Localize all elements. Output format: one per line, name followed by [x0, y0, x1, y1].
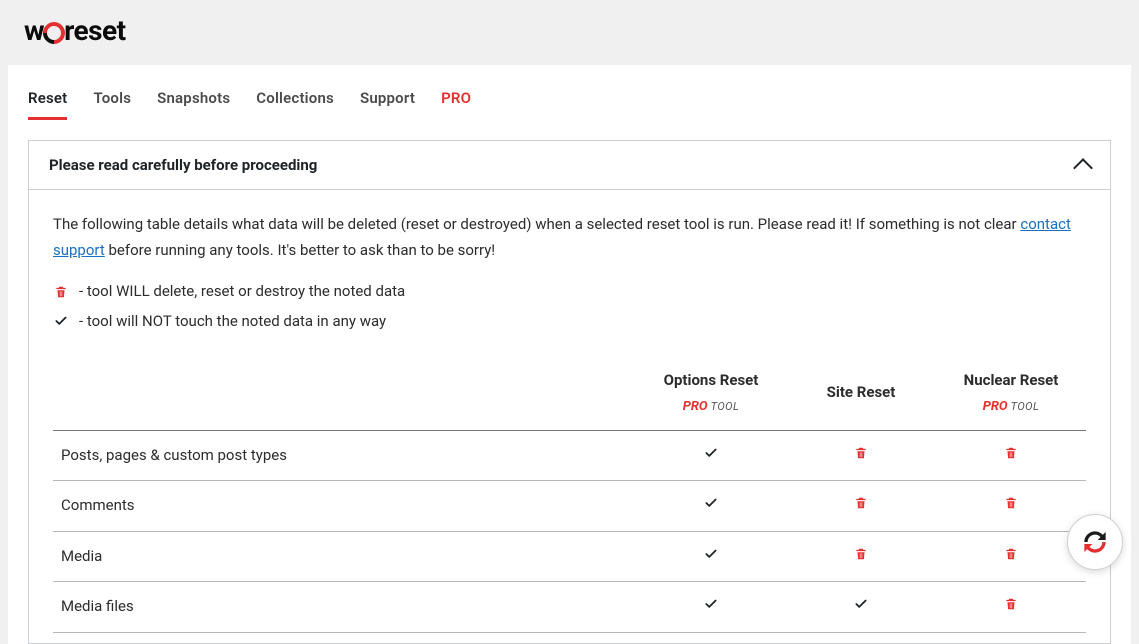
table-row: Posts, pages & custom post types — [53, 430, 1086, 481]
intro-before: The following table details what data wi… — [53, 215, 1020, 233]
cell-trash — [786, 531, 936, 582]
main-panel: Reset Tools Snapshots Collections Support PRO… — [8, 65, 1131, 644]
table-row: Comments — [53, 481, 1086, 532]
trash-icon — [1003, 547, 1019, 561]
row-label: Media — [53, 531, 636, 582]
check-icon — [703, 446, 719, 460]
trash-icon — [1003, 446, 1019, 460]
card-body: The following table details what data wi… — [29, 190, 1110, 643]
check-icon — [53, 314, 69, 328]
tab-tools[interactable]: Tools — [93, 83, 131, 120]
cell-trash — [786, 481, 936, 532]
cell-check — [636, 481, 786, 532]
legend-trash-text: - tool WILL delete, reset or destroy the… — [79, 279, 405, 305]
row-label: Posts, pages & custom post types — [53, 430, 636, 481]
cell-check — [636, 582, 786, 633]
chevron-up-icon — [1073, 158, 1093, 178]
tab-snapshots[interactable]: Snapshots — [157, 83, 230, 120]
col-options-reset: Options ResetPROTOOL — [636, 356, 786, 430]
row-label: Media files — [53, 582, 636, 633]
check-icon — [703, 597, 719, 611]
trash-icon — [853, 496, 869, 510]
cell-trash — [936, 531, 1086, 582]
intro-paragraph: The following table details what data wi… — [53, 212, 1086, 263]
table-row: Media files — [53, 582, 1086, 633]
trash-icon — [53, 285, 69, 299]
reset-comparison-table: Options ResetPROTOOLSite ResetNuclear Re… — [53, 356, 1086, 633]
tab-pro[interactable]: PRO — [441, 83, 471, 120]
cell-trash — [936, 481, 1086, 532]
tab-reset[interactable]: Reset — [28, 83, 67, 120]
trash-icon — [1003, 496, 1019, 510]
cell-check — [786, 582, 936, 633]
card-title: Please read carefully before proceeding — [49, 156, 317, 174]
row-label: Comments — [53, 481, 636, 532]
intro-after: before running any tools. It's better to… — [105, 241, 495, 259]
cell-check — [636, 430, 786, 481]
tab-support[interactable]: Support — [360, 83, 415, 120]
logo-post: reset — [64, 14, 126, 47]
card-header-toggle[interactable]: Please read carefully before proceeding — [29, 141, 1110, 190]
warning-card: Please read carefully before proceeding … — [28, 140, 1111, 644]
col-feature — [53, 356, 636, 430]
trash-icon — [853, 547, 869, 561]
legend-check-text: - tool will NOT touch the noted data in … — [79, 309, 386, 335]
check-icon — [703, 496, 719, 510]
table-row: Media — [53, 531, 1086, 582]
refresh-icon — [1079, 526, 1111, 558]
trash-icon — [853, 446, 869, 460]
logo-pre: w — [24, 14, 44, 47]
legend-check-row: - tool will NOT touch the noted data in … — [53, 307, 1086, 337]
cell-trash — [786, 430, 936, 481]
tab-collections[interactable]: Collections — [256, 83, 334, 120]
cell-check — [636, 531, 786, 582]
cell-trash — [936, 430, 1086, 481]
check-icon — [703, 547, 719, 561]
col-site-reset: Site Reset — [786, 356, 936, 430]
col-nuclear-reset: Nuclear ResetPROTOOL — [936, 356, 1086, 430]
tab-bar: Reset Tools Snapshots Collections Support PRO — [28, 65, 1111, 120]
cell-trash — [936, 582, 1086, 633]
refresh-fab-button[interactable] — [1067, 514, 1123, 570]
legend-trash-row: - tool WILL delete, reset or destroy the… — [53, 277, 1086, 307]
legend: - tool WILL delete, reset or destroy the… — [53, 277, 1086, 336]
trash-icon — [1003, 597, 1019, 611]
wpreset-logo: w reset — [24, 14, 126, 47]
check-icon — [853, 597, 869, 611]
